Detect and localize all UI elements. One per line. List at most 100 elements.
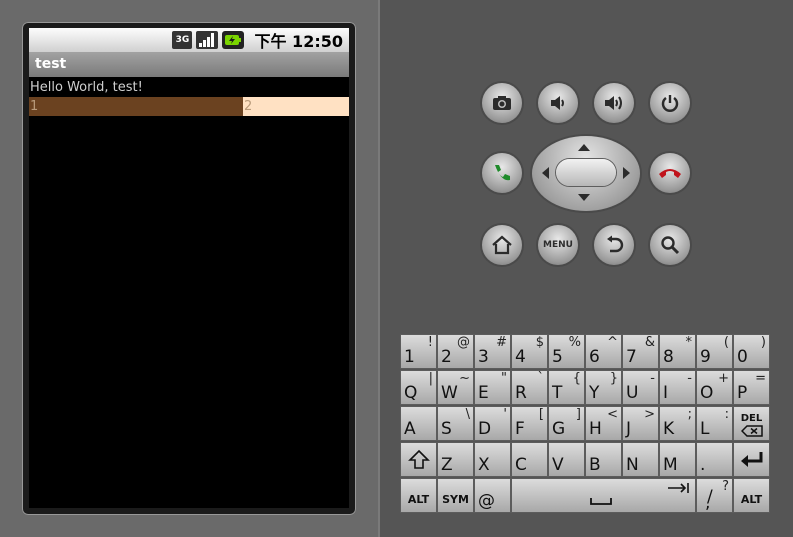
key-period[interactable]: .	[696, 442, 733, 477]
key-j[interactable]: J >	[622, 406, 659, 441]
key-d[interactable]: D '	[474, 406, 511, 441]
slash-key[interactable]: /?,	[696, 478, 733, 513]
key-b[interactable]: B	[585, 442, 622, 477]
key-alt-label: ?	[722, 479, 729, 494]
key-label: E	[478, 383, 489, 403]
key-z[interactable]: Z	[437, 442, 474, 477]
key-h[interactable]: H <	[585, 406, 622, 441]
key-label: H	[589, 419, 602, 439]
row-cell-2: 2	[243, 97, 349, 116]
delete-key[interactable]: DEL	[733, 406, 770, 441]
key-alt-label: }	[609, 371, 618, 386]
dpad-up-icon[interactable]	[577, 142, 591, 152]
key-label: .	[700, 455, 706, 475]
home-button[interactable]	[482, 225, 522, 265]
key-label: S	[441, 419, 452, 439]
key-i[interactable]: I-	[659, 370, 696, 405]
key-l[interactable]: L:	[696, 406, 733, 441]
key-alt-label: =	[755, 371, 766, 386]
key-label: B	[589, 455, 601, 475]
power-button[interactable]	[650, 83, 690, 123]
call-button[interactable]	[482, 153, 522, 193]
key-9[interactable]: 9(	[696, 334, 733, 369]
camera-button[interactable]	[482, 83, 522, 123]
key-y[interactable]: Y}	[585, 370, 622, 405]
key-o[interactable]: O +	[696, 370, 733, 405]
key-e[interactable]: E "	[474, 370, 511, 405]
key-label: D	[478, 419, 492, 439]
alt-key-right[interactable]: ALT	[733, 478, 770, 513]
key-label: P	[737, 383, 748, 403]
power-icon	[661, 95, 679, 112]
key-label: 3	[478, 347, 489, 367]
back-icon	[607, 235, 624, 253]
app-title-bar: test	[29, 52, 349, 77]
search-button[interactable]	[650, 225, 690, 265]
key-1[interactable]: 1!	[400, 334, 437, 369]
key-label: T	[552, 383, 563, 403]
key-w[interactable]: W ~	[437, 370, 474, 405]
key-label: R	[515, 383, 527, 403]
key-8[interactable]: 8 *	[659, 334, 696, 369]
dpad-left-icon[interactable]	[540, 166, 550, 180]
key-label: O	[700, 383, 714, 403]
dpad-center-button[interactable]	[556, 159, 616, 186]
key-alt-label: )	[760, 335, 766, 350]
key-label: 2	[441, 347, 452, 367]
key-m[interactable]: M	[659, 442, 696, 477]
key-2[interactable]: 2 @	[437, 334, 474, 369]
key-alt-label: |	[428, 371, 433, 386]
key-s[interactable]: S \	[437, 406, 474, 441]
sym-key[interactable]: SYM	[437, 478, 474, 513]
key-label: V	[552, 455, 564, 475]
key-c[interactable]: C	[511, 442, 548, 477]
camera-icon	[493, 96, 511, 110]
end-call-button[interactable]	[650, 153, 690, 193]
key-label: K	[663, 419, 675, 439]
key-label: U	[626, 383, 639, 403]
key-n[interactable]: N	[622, 442, 659, 477]
key-7[interactable]: 7 &	[622, 334, 659, 369]
key-p[interactable]: P =	[733, 370, 770, 405]
key-0[interactable]: 0)	[733, 334, 770, 369]
key-label: 7	[626, 347, 637, 367]
space-key[interactable]	[511, 478, 696, 513]
key-alt-label: (	[723, 335, 729, 350]
key-k[interactable]: K;	[659, 406, 696, 441]
key-a[interactable]: A	[400, 406, 437, 441]
hello-text: Hello World, test!	[30, 80, 143, 95]
backspace-icon	[741, 425, 763, 437]
key-alt-label: -	[687, 371, 692, 386]
alt-key-left[interactable]: ALT	[400, 478, 437, 513]
key-3[interactable]: 3 #	[474, 334, 511, 369]
dpad-down-icon[interactable]	[577, 193, 591, 203]
key-r[interactable]: R `	[511, 370, 548, 405]
space-icon	[590, 498, 612, 505]
key-label: 9	[700, 347, 711, 367]
volume-up-button[interactable]	[594, 83, 634, 123]
key-q[interactable]: Q |	[400, 370, 437, 405]
key-label: SYM	[442, 493, 469, 506]
key-x[interactable]: X	[474, 442, 511, 477]
volume-down-icon	[551, 96, 564, 110]
at-key[interactable]: @	[474, 478, 511, 513]
key-u[interactable]: U-	[622, 370, 659, 405]
key-f[interactable]: F[	[511, 406, 548, 441]
shift-key[interactable]	[400, 442, 437, 477]
key-label: 5	[552, 347, 563, 367]
key-alt-label: '	[503, 407, 507, 422]
back-button[interactable]	[594, 225, 634, 265]
dpad-right-icon[interactable]	[622, 166, 632, 180]
menu-button[interactable]: MENU	[538, 225, 578, 265]
key-4[interactable]: 4 $	[511, 334, 548, 369]
volume-down-button[interactable]	[538, 83, 578, 123]
device-screen[interactable]: 3G 下午 12:50 test Hello World, test! 1 2	[29, 28, 349, 508]
key-v[interactable]: V	[548, 442, 585, 477]
key-5[interactable]: 5%	[548, 334, 585, 369]
enter-key[interactable]	[733, 442, 770, 477]
key-label: 4	[515, 347, 526, 367]
key-g[interactable]: G]	[548, 406, 585, 441]
key-t[interactable]: T{	[548, 370, 585, 405]
key-6[interactable]: 6 ^	[585, 334, 622, 369]
key-label: DEL	[740, 413, 763, 424]
